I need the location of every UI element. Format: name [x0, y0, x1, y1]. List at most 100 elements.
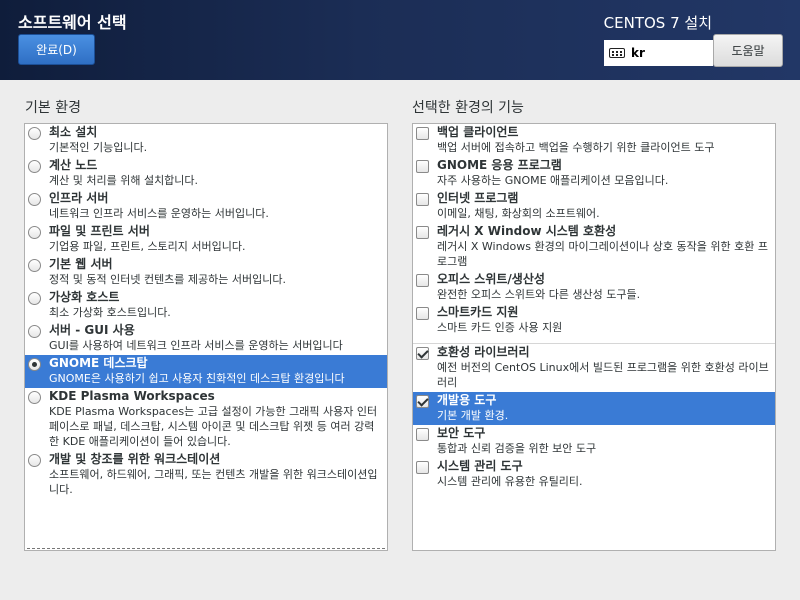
- option-description: 네트워크 인프라 서비스를 운영하는 서버입니다.: [49, 207, 269, 220]
- option-text: 인터넷 프로그램이메일, 채팅, 화상회의 소프트웨어.: [437, 191, 769, 221]
- checkbox-marker: [415, 160, 433, 173]
- radio-button[interactable]: [28, 127, 41, 140]
- option-text: KDE Plasma Workspaces KDE Plasma Workspac…: [49, 389, 381, 449]
- option-name: 오피스 스위트/생산성: [437, 272, 545, 286]
- environment-option[interactable]: 개발 및 창조를 위한 워크스테이션소프트웨어, 하드웨어, 그래픽, 또는 컨…: [25, 451, 387, 499]
- addon-list[interactable]: 백업 클라이언트백업 서버에 접속하고 백업을 수행하기 위한 클라이언트 도구…: [412, 123, 776, 551]
- option-name: 인터넷 프로그램: [437, 191, 519, 205]
- option-name: 시스템 관리 도구: [437, 459, 523, 473]
- option-description: 이메일, 채팅, 화상회의 소프트웨어.: [437, 207, 600, 220]
- option-description: 기업용 파일, 프린트, 스토리지 서버입니다.: [49, 240, 246, 253]
- checkbox[interactable]: [416, 274, 429, 287]
- checkbox[interactable]: [416, 428, 429, 441]
- help-button[interactable]: 도움말: [713, 34, 783, 67]
- option-description: 기본적인 기능입니다.: [49, 141, 148, 154]
- radio-marker: [27, 292, 45, 305]
- environment-option[interactable]: 인프라 서버네트워크 인프라 서비스를 운영하는 서버입니다.: [25, 190, 387, 223]
- option-name: 개발 및 창조를 위한 워크스테이션: [49, 452, 221, 466]
- radio-button[interactable]: [28, 358, 41, 371]
- checkbox[interactable]: [416, 395, 429, 408]
- environment-option[interactable]: 기본 웹 서버 정적 및 동적 인터넷 컨텐츠를 제공하는 서버입니다.: [25, 256, 387, 289]
- keyboard-layout-label: kr: [631, 46, 645, 60]
- addon-option[interactable]: 시스템 관리 도구시스템 관리에 유용한 유틸리티.: [413, 458, 775, 491]
- checkbox-marker: [415, 428, 433, 441]
- option-description: 시스템 관리에 유용한 유틸리티.: [437, 475, 583, 488]
- addon-option[interactable]: 레거시 X Window 시스템 호환성레거시 X Windows 환경의 마이…: [413, 223, 775, 271]
- option-description: 레거시 X Windows 환경의 마이그레이션이나 상호 동작을 위한 호환 …: [437, 240, 768, 268]
- addon-option[interactable]: 인터넷 프로그램이메일, 채팅, 화상회의 소프트웨어.: [413, 190, 775, 223]
- radio-button[interactable]: [28, 454, 41, 467]
- checkbox-marker: [415, 274, 433, 287]
- option-text: 기본 웹 서버 정적 및 동적 인터넷 컨텐츠를 제공하는 서버입니다.: [49, 257, 381, 287]
- radio-button[interactable]: [28, 391, 41, 404]
- keyboard-icon: [609, 48, 625, 58]
- addon-option[interactable]: 호환성 라이브러리예전 버전의 CentOS Linux에서 빌드된 프로그램을…: [413, 343, 775, 392]
- option-name: 보안 도구: [437, 426, 486, 440]
- checkbox[interactable]: [416, 127, 429, 140]
- checkbox-marker: [415, 193, 433, 206]
- option-name: 인프라 서버: [49, 191, 109, 205]
- option-name: 서버 - GUI 사용: [49, 323, 135, 337]
- option-description: 정적 및 동적 인터넷 컨텐츠를 제공하는 서버입니다.: [49, 273, 286, 286]
- addon-option[interactable]: 스마트카드 지원 스마트 카드 인증 사용 지원: [413, 304, 775, 337]
- checkbox[interactable]: [416, 193, 429, 206]
- addon-option[interactable]: 개발용 도구 기본 개발 환경.: [413, 392, 775, 425]
- option-description: 소프트웨어, 하드웨어, 그래픽, 또는 컨텐츠 개발을 위한 워크스테이션입니…: [49, 468, 378, 496]
- checkbox[interactable]: [416, 307, 429, 320]
- option-name: 호환성 라이브러리: [437, 345, 530, 359]
- environment-option[interactable]: KDE Plasma Workspaces KDE Plasma Workspac…: [25, 388, 387, 451]
- option-text: 오피스 스위트/생산성 완전한 오피스 스위트와 다른 생산성 도구들.: [437, 272, 769, 302]
- option-text: GNOME 응용 프로그램자주 사용하는 GNOME 애플리케이션 모음입니다.: [437, 158, 769, 188]
- option-text: 가상화 호스트 최소 가상화 호스트입니다.: [49, 290, 381, 320]
- radio-marker: [27, 391, 45, 404]
- option-name: 가상화 호스트: [49, 290, 120, 304]
- radio-button[interactable]: [28, 160, 41, 173]
- radio-marker: [27, 325, 45, 338]
- environment-option[interactable]: 최소 설치기본적인 기능입니다.: [25, 124, 387, 157]
- option-text: 서버 - GUI 사용 GUI를 사용하여 네트워크 인프라 서비스를 운영하는 …: [49, 323, 381, 353]
- addon-option[interactable]: 보안 도구 통합과 신뢰 검증을 위한 보안 도구: [413, 425, 775, 458]
- addon-option[interactable]: GNOME 응용 프로그램자주 사용하는 GNOME 애플리케이션 모음입니다.: [413, 157, 775, 190]
- option-description: 백업 서버에 접속하고 백업을 수행하기 위한 클라이언트 도구: [437, 141, 715, 154]
- option-name: 스마트카드 지원: [437, 305, 519, 319]
- addon-option[interactable]: 백업 클라이언트백업 서버에 접속하고 백업을 수행하기 위한 클라이언트 도구: [413, 124, 775, 157]
- option-text: GNOME 데스크탑 GNOME은 사용하기 쉽고 사용자 친화적인 데스크탑 환…: [49, 356, 381, 386]
- environment-option[interactable]: GNOME 데스크탑 GNOME은 사용하기 쉽고 사용자 친화적인 데스크탑 환…: [25, 355, 387, 388]
- option-name: 백업 클라이언트: [437, 125, 519, 139]
- checkbox[interactable]: [416, 347, 429, 360]
- option-name: 계산 노드: [49, 158, 98, 172]
- done-button[interactable]: 완료(D): [18, 34, 95, 65]
- radio-button[interactable]: [28, 193, 41, 206]
- option-name: GNOME 응용 프로그램: [437, 158, 562, 172]
- option-description: 예전 버전의 CentOS Linux에서 빌드된 프로그램을 위한 호환성 라…: [437, 361, 769, 389]
- radio-marker: [27, 358, 45, 371]
- radio-marker: [27, 193, 45, 206]
- radio-button[interactable]: [28, 259, 41, 272]
- option-text: 파일 및 프린트 서버 기업용 파일, 프린트, 스토리지 서버입니다.: [49, 224, 381, 254]
- checkbox[interactable]: [416, 160, 429, 173]
- option-text: 호환성 라이브러리예전 버전의 CentOS Linux에서 빌드된 프로그램을…: [437, 345, 769, 390]
- environment-option[interactable]: 서버 - GUI 사용 GUI를 사용하여 네트워크 인프라 서비스를 운영하는 …: [25, 322, 387, 355]
- option-text: 최소 설치기본적인 기능입니다.: [49, 125, 381, 155]
- option-description: 계산 및 처리를 위해 설치합니다.: [49, 174, 199, 187]
- addon-option[interactable]: 오피스 스위트/생산성 완전한 오피스 스위트와 다른 생산성 도구들.: [413, 271, 775, 304]
- radio-button[interactable]: [28, 292, 41, 305]
- radio-button[interactable]: [28, 226, 41, 239]
- option-name: 최소 설치: [49, 125, 98, 139]
- radio-marker: [27, 160, 45, 173]
- environment-option[interactable]: 계산 노드계산 및 처리를 위해 설치합니다.: [25, 157, 387, 190]
- environment-option[interactable]: 가상화 호스트 최소 가상화 호스트입니다.: [25, 289, 387, 322]
- keyboard-layout-indicator[interactable]: kr: [604, 40, 713, 66]
- option-name: 레거시 X Window 시스템 호환성: [437, 224, 617, 238]
- option-text: 시스템 관리 도구시스템 관리에 유용한 유틸리티.: [437, 459, 769, 489]
- radio-button[interactable]: [28, 325, 41, 338]
- option-description: 자주 사용하는 GNOME 애플리케이션 모음입니다.: [437, 174, 669, 187]
- checkbox[interactable]: [416, 226, 429, 239]
- checkbox[interactable]: [416, 461, 429, 474]
- option-text: 인프라 서버네트워크 인프라 서비스를 운영하는 서버입니다.: [49, 191, 381, 221]
- base-environment-list[interactable]: 최소 설치 기본적인 기능입니다. 계산 노드 계산 및 처리를 위해 설치합니다. 인…: [24, 123, 388, 551]
- radio-marker: [27, 454, 45, 467]
- checkbox-marker: [415, 226, 433, 239]
- environment-option[interactable]: 파일 및 프린트 서버 기업용 파일, 프린트, 스토리지 서버입니다.: [25, 223, 387, 256]
- base-environment-heading: 기본 환경: [25, 100, 81, 116]
